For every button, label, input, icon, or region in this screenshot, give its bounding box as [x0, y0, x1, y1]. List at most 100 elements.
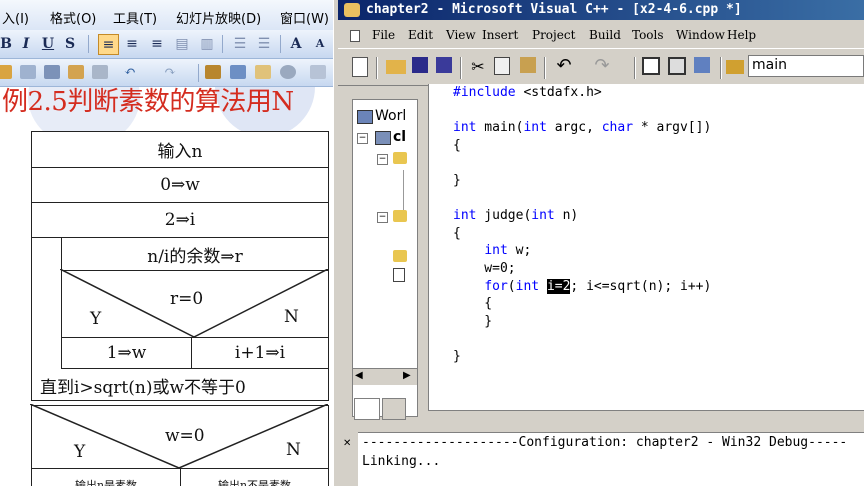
menu-build[interactable]: Build — [589, 28, 621, 42]
workspace-label[interactable]: Worl — [375, 108, 406, 124]
flow-remainder[interactable]: n/i的余数⇒r — [61, 237, 329, 271]
find-in-files-icon[interactable] — [726, 60, 744, 74]
flow-no-branch[interactable]: i+1⇒i — [191, 337, 329, 369]
bold-button[interactable]: B — [0, 34, 16, 54]
toolbar-separator — [634, 57, 636, 79]
justify-icon[interactable]: ▤ — [172, 34, 192, 54]
paste-icon[interactable] — [520, 57, 536, 73]
save-icon[interactable] — [412, 57, 428, 73]
format-painter-icon[interactable] — [92, 65, 108, 79]
undo-icon[interactable]: ↶ — [554, 57, 574, 77]
collapse-icon[interactable]: − — [377, 212, 388, 223]
menu-slideshow[interactable]: 幻灯片放映(D) — [176, 8, 261, 27]
menu-tools[interactable]: Tools — [632, 28, 664, 42]
app-icon[interactable] — [344, 3, 360, 17]
expand-icon[interactable] — [310, 65, 326, 79]
output-window-icon[interactable] — [668, 57, 686, 75]
collapse-icon[interactable]: − — [377, 154, 388, 165]
new-file-icon[interactable] — [352, 57, 368, 77]
file-icon[interactable] — [393, 268, 405, 282]
menu-format[interactable]: 格式(O) — [50, 8, 96, 27]
tree-line — [403, 170, 404, 214]
slide-canvas[interactable]: 例2.5判断素数的算法用N 输入n 0⇒w 2⇒i n/i的余数⇒r r=0 Y… — [0, 87, 338, 486]
file-view-tab-icon[interactable] — [382, 398, 406, 420]
menu-insert[interactable]: 入(I) — [2, 8, 29, 27]
folder-icon[interactable] — [393, 210, 407, 222]
italic-button[interactable]: I — [16, 34, 36, 54]
code-editor[interactable]: #include <stdafx.h> int main(int argc, c… — [428, 84, 864, 410]
close-icon[interactable]: ✕ — [343, 438, 351, 449]
flow-yes-branch-text: 1⇒w — [106, 343, 147, 363]
menu-tools[interactable]: 工具(T) — [113, 8, 157, 27]
code-line: for(int i=2; i<=sqrt(n); i++) — [484, 278, 712, 294]
menu-help[interactable]: Help — [727, 28, 756, 42]
cut-icon[interactable] — [20, 65, 36, 79]
zoom-icon[interactable] — [280, 65, 296, 79]
slide-title[interactable]: 例2.5判断素数的算法用N — [2, 87, 294, 118]
menu-insert[interactable]: Insert — [482, 28, 518, 42]
scroll-right-icon[interactable]: ▶ — [403, 370, 411, 381]
folder-icon[interactable] — [393, 250, 407, 262]
folder-icon[interactable] — [393, 152, 407, 164]
shadow-button[interactable]: S — [60, 34, 80, 54]
copy-icon[interactable] — [494, 57, 510, 75]
workspace-icon[interactable] — [642, 57, 660, 75]
bullet-list-icon[interactable]: ☰ — [254, 34, 274, 54]
flow-yes-branch[interactable]: 1⇒w — [61, 337, 192, 369]
find-combo[interactable]: main — [748, 55, 864, 77]
cut-icon[interactable]: ✂ — [468, 57, 488, 77]
collapse-icon[interactable]: − — [357, 133, 368, 144]
document-icon[interactable] — [350, 30, 360, 42]
flow-assign-i[interactable]: 2⇒i — [31, 202, 329, 238]
menu-window[interactable]: Window — [676, 28, 725, 42]
flow-assign-w[interactable]: 0⇒w — [31, 167, 329, 203]
output-gripper[interactable]: ✕ — [338, 432, 356, 486]
menu-edit[interactable]: Edit — [408, 28, 433, 42]
ppt-format-toolbar: B I U S ≡ ≡ ≡ ▤ ▥ ☰ ☰ A A — [0, 30, 338, 59]
decrease-font-icon[interactable]: A — [310, 34, 330, 54]
scroll-left-icon[interactable]: ◀ — [355, 370, 363, 381]
workspace-hscroll[interactable]: ◀ ▶ — [353, 368, 417, 385]
copy-icon[interactable] — [44, 65, 60, 79]
redo-icon[interactable]: ↷ — [592, 57, 612, 77]
table-icon[interactable] — [230, 65, 246, 79]
flow-output-not-prime[interactable]: 输出n不是素数 — [180, 468, 329, 486]
menu-window[interactable]: 窗口(W) — [280, 8, 329, 27]
menu-view[interactable]: View — [446, 28, 476, 42]
window-list-icon[interactable] — [694, 57, 710, 73]
flow-input[interactable]: 输入n — [31, 131, 329, 168]
editor-hscroll[interactable] — [428, 410, 864, 427]
flow-condition[interactable]: r=0 Y N — [60, 269, 329, 338]
numbered-list-icon[interactable]: ☰ — [230, 34, 250, 54]
align-right-icon[interactable]: ≡ — [147, 34, 167, 54]
project-label[interactable]: cl — [393, 129, 406, 145]
menu-project[interactable]: Project — [532, 28, 575, 42]
vc-title-bar[interactable]: chapter2 - Microsoft Visual C++ - [x2-4-… — [338, 0, 864, 20]
menu-file[interactable]: File — [372, 28, 395, 42]
workspace-pane[interactable]: Worl − cl − − ◀ ▶ — [352, 99, 418, 417]
toolbar-separator — [544, 57, 546, 79]
align-center-icon[interactable]: ≡ — [122, 34, 142, 54]
increase-font-icon[interactable]: A — [286, 34, 306, 54]
undo-icon[interactable]: ↶ — [120, 62, 140, 82]
open-icon[interactable] — [386, 60, 406, 74]
vc-title-text: chapter2 - Microsoft Visual C++ - [x2-4-… — [366, 2, 742, 17]
toolbar-separator — [198, 64, 199, 82]
save-all-icon[interactable] — [436, 57, 452, 73]
toolbar-separator — [88, 35, 89, 53]
flow-output-prime[interactable]: 输出n是素数 — [31, 468, 181, 486]
align-left-icon[interactable]: ≡ — [98, 34, 119, 55]
output-line: Linking... — [362, 454, 441, 469]
underline-button[interactable]: U — [38, 34, 58, 54]
vertical-text-icon[interactable]: ▥ — [197, 34, 217, 54]
flow-condition2[interactable]: w=0 Y N — [30, 404, 329, 469]
output-pane[interactable]: --------------------Configuration: chapt… — [358, 432, 864, 486]
code-text[interactable]: #include <stdafx.h> int main(int argc, c… — [453, 84, 711, 366]
insert-icon[interactable] — [255, 65, 271, 79]
chart-icon[interactable] — [205, 65, 221, 79]
email-icon[interactable] — [0, 65, 12, 79]
paste-icon[interactable] — [68, 65, 84, 79]
flow-loop-until: 直到i>sqrt(n)或w不等于0 — [40, 378, 246, 398]
redo-icon[interactable]: ↷ — [160, 62, 180, 82]
class-view-tab-icon[interactable] — [354, 398, 380, 420]
